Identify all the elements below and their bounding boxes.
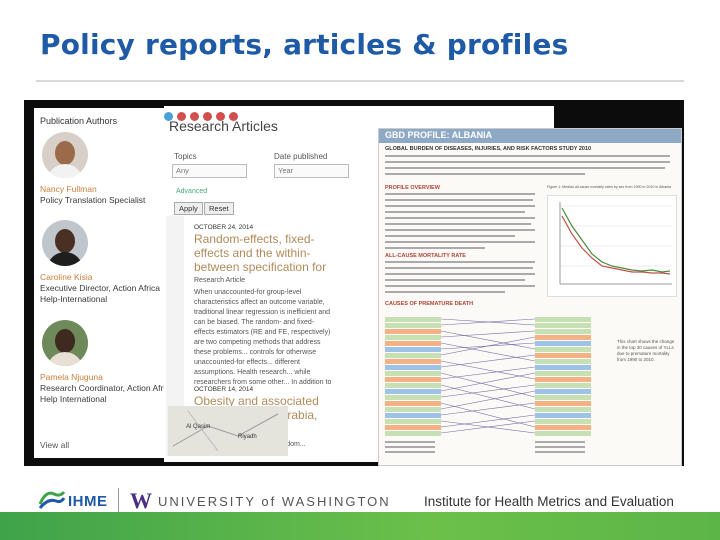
gbd-section-heading: CAUSES OF PREMATURE DEATH [385, 301, 474, 307]
article-title-link[interactable]: Random-effects, fixed-effects and the wi… [194, 232, 334, 274]
view-all-link[interactable]: View all [40, 440, 69, 450]
author-entry[interactable]: Nancy Fullman Policy Translation Special… [40, 184, 180, 206]
institute-name: Institute for Health Metrics and Evaluat… [424, 494, 674, 509]
map-label: Al Qasim [186, 424, 211, 430]
uw-wordmark: UNIVERSITY of WASHINGTON [158, 494, 391, 509]
date-label: Date published [274, 152, 328, 161]
share-icons [164, 108, 242, 121]
ranking-chart [385, 317, 591, 453]
author-role: Policy Translation Specialist [40, 195, 146, 205]
map-roads [172, 410, 279, 452]
avatar[interactable] [42, 220, 88, 266]
author-entry[interactable]: Pamela Njuguna Research Coordinator, Act… [40, 372, 180, 405]
author-entry[interactable]: Caroline Kisia Executive Director, Actio… [40, 272, 180, 305]
author-name: Nancy Fullman [40, 184, 97, 194]
author-role: Research Coordinator, Action Africa Help… [40, 383, 175, 404]
article-date: OCTOBER 24, 2014 [194, 224, 254, 231]
gbd-section-heading: ALL-CAUSE MORTALITY RATE [385, 253, 466, 259]
uw-w-logo-icon: W [130, 488, 152, 513]
gbd-section-heading: PROFILE OVERVIEW [385, 185, 440, 191]
footer-green-bar [0, 512, 720, 540]
articles-title: Research Articles [169, 118, 278, 134]
gbd-profile-document: GBD PROFILE: ALBANIA GLOBAL BURDEN OF DI… [378, 128, 682, 466]
article-map-thumbnail: Al Qasim Riyadh [168, 406, 288, 456]
map-label: Riyadh [238, 434, 257, 440]
authors-panel: Publication Authors Nancy Fullman Policy… [34, 108, 184, 458]
text-lines [385, 193, 535, 249]
topics-label: Topics [174, 152, 197, 161]
authors-header: Publication Authors [40, 116, 118, 126]
text-lines [385, 155, 670, 175]
article-type: Research Article [194, 277, 245, 284]
article-snippet: When unaccounted-for group-level charact… [194, 289, 332, 384]
gbd-header: GBD PROFILE: ALBANIA [385, 130, 493, 140]
reset-button[interactable]: Reset [204, 202, 234, 215]
causes-ranking-table [385, 313, 605, 463]
author-name: Caroline Kisia [40, 272, 93, 282]
avatar[interactable] [42, 320, 88, 366]
chart-plot [559, 202, 672, 285]
gbd-section-text [385, 260, 535, 302]
advanced-link[interactable]: Advanced [176, 188, 207, 195]
screenshot-collage: Publication Authors Nancy Fullman Policy… [24, 100, 684, 466]
text-lines [385, 261, 535, 293]
ihme-wordmark: IHME [68, 493, 108, 510]
author-name: Pamela Njuguna [40, 372, 103, 382]
gbd-subtitle: GLOBAL BURDEN OF DISEASES, INJURIES, AND… [385, 146, 592, 152]
footer-divider [118, 488, 119, 514]
topics-select[interactable]: Any [172, 164, 247, 178]
chart-caption: Figure 1: Median all-cause mortality rat… [547, 185, 672, 189]
title-divider [36, 80, 684, 82]
mortality-chart [547, 195, 677, 297]
gbd-intro-text [385, 154, 675, 182]
date-select[interactable]: Year [274, 164, 349, 178]
article-date: OCTOBER 14, 2014 [194, 386, 254, 393]
slide-title: Policy reports, articles & profiles [40, 28, 569, 61]
avatar[interactable] [42, 132, 88, 178]
ihme-logo-icon [38, 490, 66, 509]
apply-button[interactable]: Apply [174, 202, 203, 215]
author-role: Executive Director, Action Africa Help-I… [40, 283, 160, 304]
causes-note: This chart shows the change in the top 3… [617, 339, 675, 362]
